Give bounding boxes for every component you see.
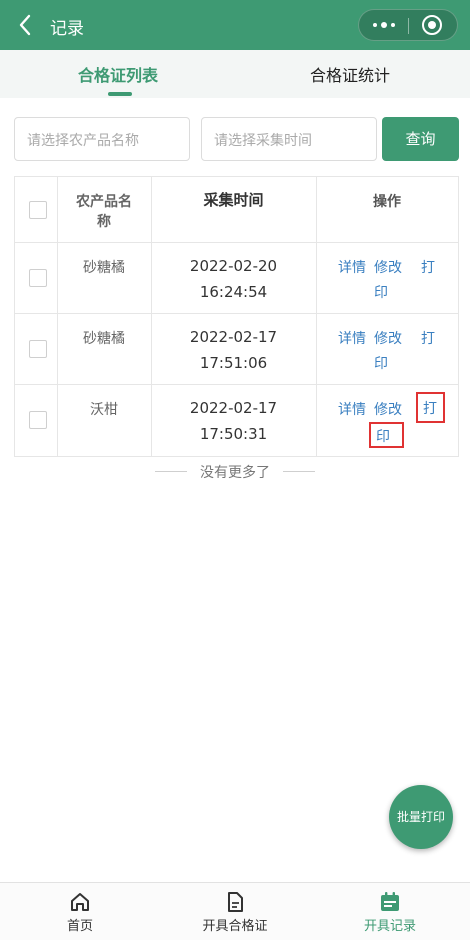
- nav-home[interactable]: 首页: [50, 891, 110, 934]
- row-clock: 17:50:31: [199, 425, 268, 443]
- select-all-checkbox[interactable]: [29, 201, 47, 219]
- top-bar: 记录: [0, 0, 470, 50]
- row-checkbox[interactable]: [29, 340, 47, 358]
- row-divider: [15, 313, 458, 314]
- row-clock: 17:51:06: [199, 354, 268, 372]
- no-more-left-line: [155, 471, 187, 472]
- document-icon: [228, 892, 243, 912]
- row-divider: [15, 242, 458, 243]
- row-date: 2022-02-17: [189, 328, 278, 346]
- edit-link[interactable]: 修改: [374, 328, 402, 348]
- nav-home-label: 首页: [66, 919, 93, 934]
- print-link[interactable]: 打: [421, 328, 435, 348]
- active-tab-indicator: [108, 92, 132, 96]
- print-link-wrap[interactable]: 印: [374, 282, 388, 302]
- detail-link[interactable]: 详情: [338, 257, 366, 277]
- collect-time-select[interactable]: 请选择采集时间: [201, 117, 377, 161]
- nav-issue-records-label: 开具记录: [363, 919, 416, 934]
- header-operations: 操作: [373, 194, 401, 210]
- row-checkbox[interactable]: [29, 269, 47, 287]
- page-title: 记录: [50, 19, 84, 39]
- row-collect-time: 2022-02-17 17:50:31: [151, 395, 316, 447]
- header-collect-time: 采集时间: [203, 191, 264, 209]
- row-product-name: 砂糖橘: [83, 260, 125, 276]
- print-link-highlighted[interactable]: 打: [416, 392, 445, 423]
- no-more-text: 没有更多了: [200, 465, 270, 481]
- query-button[interactable]: 查询: [382, 117, 459, 161]
- calendar-icon: [381, 892, 399, 911]
- nav-issue-certificate[interactable]: 开具合格证: [190, 891, 280, 934]
- row-date: 2022-02-20: [189, 257, 278, 275]
- bottom-nav: 首页 开具合格证 开具记录: [0, 882, 470, 940]
- header-product-name: 农产品名 称: [57, 191, 151, 231]
- row-product-name: 砂糖橘: [83, 331, 125, 347]
- back-chevron-icon[interactable]: [14, 12, 38, 38]
- product-name-select[interactable]: 请选择农产品名称: [14, 117, 190, 161]
- more-dots-icon[interactable]: [359, 10, 408, 40]
- tab-certificate-stats[interactable]: 合格证统计: [310, 62, 390, 86]
- detail-link[interactable]: 详情: [338, 399, 366, 419]
- no-more-right-line: [283, 471, 315, 472]
- row-date: 2022-02-17: [189, 399, 278, 417]
- batch-print-button[interactable]: 批量打印: [389, 785, 453, 849]
- row-checkbox[interactable]: [29, 411, 47, 429]
- nav-issue-certificate-label: 开具合格证: [202, 919, 268, 934]
- tab-certificate-list[interactable]: 合格证列表: [78, 62, 158, 86]
- row-divider: [15, 384, 458, 385]
- row-clock: 16:24:54: [199, 283, 268, 301]
- edit-link[interactable]: 修改: [374, 399, 402, 419]
- certificate-table: 农产品名 称 采集时间 操作 砂糖橘 2022-02-20 16:24:54 详…: [14, 176, 459, 457]
- edit-link[interactable]: 修改: [374, 257, 402, 277]
- home-icon: [71, 893, 89, 911]
- nav-issue-records[interactable]: 开具记录: [350, 891, 430, 934]
- print-link[interactable]: 打: [421, 257, 435, 277]
- print-link-wrap[interactable]: 印: [374, 353, 388, 373]
- no-more-indicator: 没有更多了: [0, 462, 470, 482]
- row-collect-time: 2022-02-17 17:51:06: [151, 324, 316, 376]
- print-link-wrap-highlighted[interactable]: 印: [369, 422, 404, 448]
- capsule-divider: [408, 18, 409, 34]
- detail-link[interactable]: 详情: [338, 328, 366, 348]
- header-product-line2: 称: [97, 214, 111, 230]
- header-product-line1: 农产品名: [76, 194, 132, 210]
- miniprogram-capsule: [358, 9, 458, 41]
- row-product-name: 沃柑: [90, 402, 118, 418]
- tab-bar: 合格证列表 合格证统计: [0, 50, 470, 98]
- row-collect-time: 2022-02-20 16:24:54: [151, 253, 316, 305]
- close-target-icon[interactable]: [422, 15, 442, 35]
- column-divider: [316, 177, 317, 456]
